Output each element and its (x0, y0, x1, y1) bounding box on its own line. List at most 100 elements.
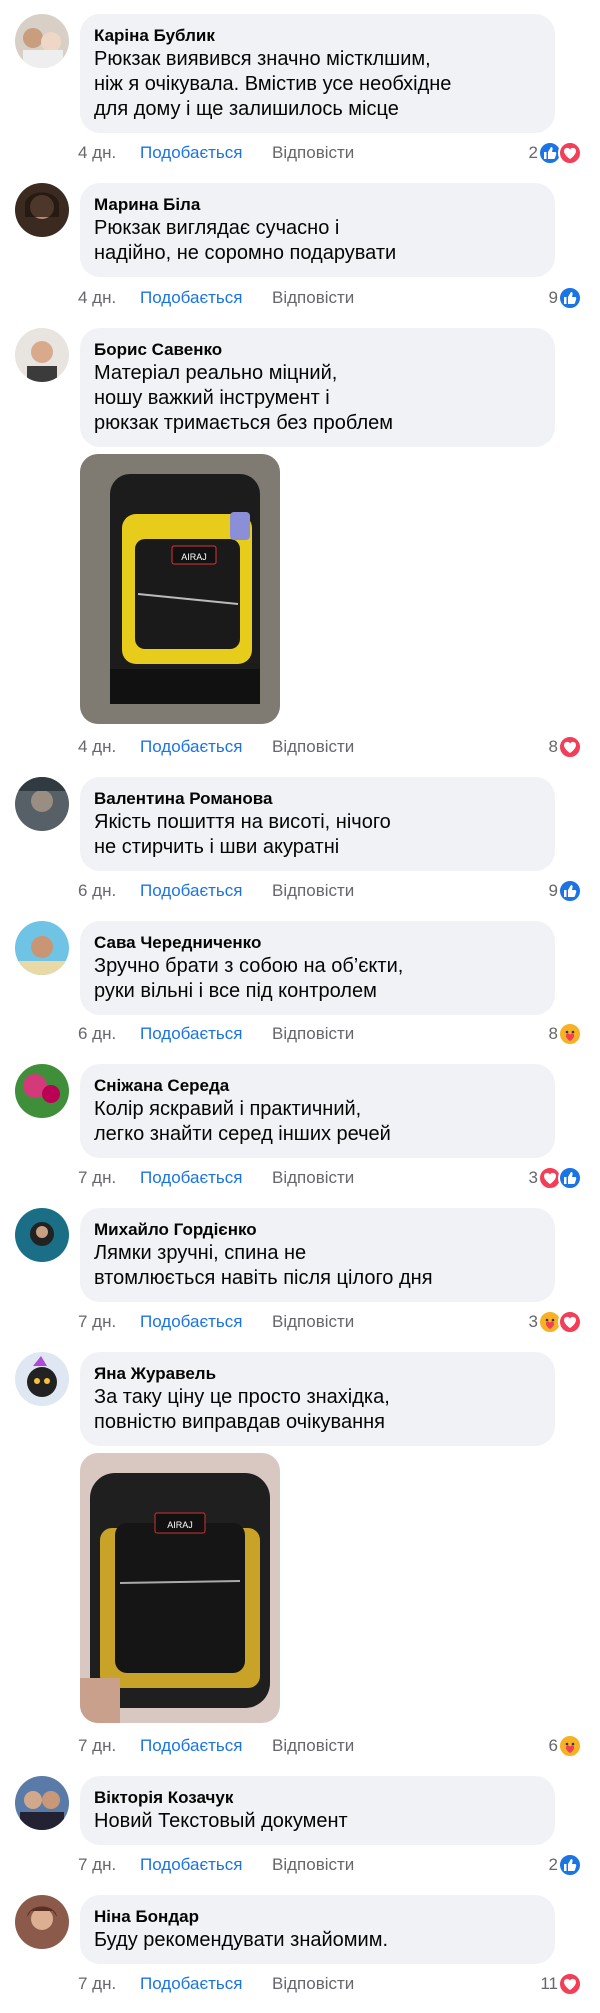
love-icon (558, 735, 582, 759)
reply-button[interactable]: Відповісти (272, 881, 354, 901)
reaction-count: 6 (548, 1736, 558, 1755)
avatar[interactable] (15, 1776, 69, 1830)
reactions-summary[interactable]: 6 (549, 1733, 582, 1759)
comment-time[interactable]: 7 дн. (78, 1736, 140, 1756)
reply-button[interactable]: Відповісти (272, 1736, 354, 1756)
comment-time[interactable]: 7 дн. (78, 1855, 140, 1875)
reactions-summary[interactable]: 9 (549, 878, 582, 904)
like-button[interactable]: Подобається (140, 881, 272, 901)
comment-author[interactable]: Михайло Гордієнко (94, 1219, 539, 1241)
comment-meta: 7 дн. Подобається Відповісти (78, 1853, 354, 1877)
like-button[interactable]: Подобається (140, 1312, 272, 1332)
reaction-count: 11 (540, 1974, 558, 1993)
comment-bubble: Сніжана Середа Колір яскравий і практичн… (80, 1064, 555, 1158)
reply-button[interactable]: Відповісти (272, 143, 354, 163)
comment-time[interactable]: 4 дн. (78, 288, 140, 308)
avatar[interactable] (15, 14, 69, 68)
reaction-count: 9 (548, 881, 558, 900)
comment-text: Зручно брати з собою на об’єкти, руки ві… (94, 955, 404, 1002)
like-icon (558, 879, 582, 903)
comment-author[interactable]: Вікторія Козачук (94, 1787, 539, 1809)
comment-time[interactable]: 7 дн. (78, 1168, 140, 1188)
comment-time[interactable]: 6 дн. (78, 1024, 140, 1044)
comment-time[interactable]: 7 дн. (78, 1312, 140, 1332)
comment-photo[interactable]: AIRAJ (80, 454, 280, 724)
comment-meta: 7 дн. Подобається Відповісти (78, 1972, 354, 1996)
like-button[interactable]: Подобається (140, 1024, 272, 1044)
comment-author[interactable]: Яна Журавель (94, 1363, 539, 1385)
comment-bubble: Марина Біла Рюкзак виглядає сучасно і на… (80, 183, 555, 277)
avatar[interactable] (15, 1208, 69, 1262)
reaction-count: 3 (528, 1168, 538, 1187)
love-icon (558, 1310, 582, 1334)
comment-author[interactable]: Сава Чередниченко (94, 932, 539, 954)
like-button[interactable]: Подобається (140, 1855, 272, 1875)
like-button[interactable]: Подобається (140, 737, 272, 757)
avatar[interactable] (15, 1352, 69, 1406)
comment-meta: 6 дн. Подобається Відповісти (78, 879, 354, 903)
comment-meta: 4 дн. Подобається Відповісти (78, 141, 354, 165)
comment-text: Буду рекомендувати знайомим. (94, 1929, 389, 1951)
like-button[interactable]: Подобається (140, 1168, 272, 1188)
comment-time[interactable]: 4 дн. (78, 143, 140, 163)
comment-meta: 4 дн. Подобається Відповісти (78, 735, 354, 759)
reactions-summary[interactable]: 2 (549, 1852, 582, 1878)
comment-bubble: Вікторія Козачук Новий Текстовый докумен… (80, 1776, 555, 1845)
avatar[interactable] (15, 183, 69, 237)
reactions-summary[interactable]: 2 (529, 140, 582, 166)
comment-bubble: Михайло Гордієнко Лямки зручні, спина не… (80, 1208, 555, 1302)
comment-time[interactable]: 4 дн. (78, 737, 140, 757)
like-button[interactable]: Подобається (140, 143, 272, 163)
reaction-count: 8 (548, 1024, 558, 1043)
comment-meta: 7 дн. Подобається Відповісти (78, 1166, 354, 1190)
like-button[interactable]: Подобається (140, 1974, 272, 1994)
comment-author[interactable]: Ніна Бондар (94, 1906, 539, 1928)
comment-author[interactable]: Сніжана Середа (94, 1075, 539, 1097)
reply-button[interactable]: Відповісти (272, 737, 354, 757)
reactions-summary[interactable]: 8 (549, 1021, 582, 1047)
comment-bubble: Валентина Романова Якість пошиття на вис… (80, 777, 555, 871)
reply-button[interactable]: Відповісти (272, 288, 354, 308)
comment-bubble: Каріна Бублик Рюкзак виявився значно міс… (80, 14, 555, 133)
comment-time[interactable]: 6 дн. (78, 881, 140, 901)
reply-button[interactable]: Відповісти (272, 1312, 354, 1332)
reply-button[interactable]: Відповісти (272, 1024, 354, 1044)
care-icon (558, 1022, 582, 1046)
like-button[interactable]: Подобається (140, 1736, 272, 1756)
comment-text: Новий Текстовый документ (94, 1810, 348, 1832)
reactions-summary[interactable]: 8 (549, 734, 582, 760)
comment-bubble: Яна Журавель За таку ціну це просто знах… (80, 1352, 555, 1446)
comment-meta: 7 дн. Подобається Відповісти (78, 1310, 354, 1334)
comment-author[interactable]: Каріна Бублик (94, 25, 539, 47)
reaction-count: 2 (528, 143, 538, 162)
reactions-summary[interactable]: 3 (529, 1165, 582, 1191)
like-icon (558, 286, 582, 310)
reactions-summary[interactable]: 3 (529, 1309, 582, 1335)
reactions-summary[interactable]: 11 (540, 1971, 582, 1997)
comment-text: Лямки зручні, спина не втомлюється навіт… (94, 1242, 433, 1289)
comment-text: За таку ціну це просто знахідка, повніст… (94, 1386, 390, 1433)
comment-bubble: Борис Савенко Матеріал реально міцний, н… (80, 328, 555, 447)
love-icon (558, 141, 582, 165)
comment-author[interactable]: Борис Савенко (94, 339, 539, 361)
comment-time[interactable]: 7 дн. (78, 1974, 140, 1994)
avatar[interactable] (15, 777, 69, 831)
comment-author[interactable]: Марина Біла (94, 194, 539, 216)
avatar[interactable] (15, 1064, 69, 1118)
comment-photo[interactable]: AIRAJ (80, 1453, 280, 1723)
love-icon (558, 1972, 582, 1996)
avatar[interactable] (15, 1895, 69, 1949)
comment-bubble: Сава Чередниченко Зручно брати з собою н… (80, 921, 555, 1015)
reply-button[interactable]: Відповісти (272, 1974, 354, 1994)
comment-meta: 7 дн. Подобається Відповісти (78, 1734, 354, 1758)
reply-button[interactable]: Відповісти (272, 1855, 354, 1875)
comment-author[interactable]: Валентина Романова (94, 788, 539, 810)
like-icon (558, 1166, 582, 1190)
comment-meta: 6 дн. Подобається Відповісти (78, 1022, 354, 1046)
reaction-count: 9 (548, 288, 558, 307)
reply-button[interactable]: Відповісти (272, 1168, 354, 1188)
like-button[interactable]: Подобається (140, 288, 272, 308)
avatar[interactable] (15, 328, 69, 382)
reactions-summary[interactable]: 9 (549, 285, 582, 311)
avatar[interactable] (15, 921, 69, 975)
